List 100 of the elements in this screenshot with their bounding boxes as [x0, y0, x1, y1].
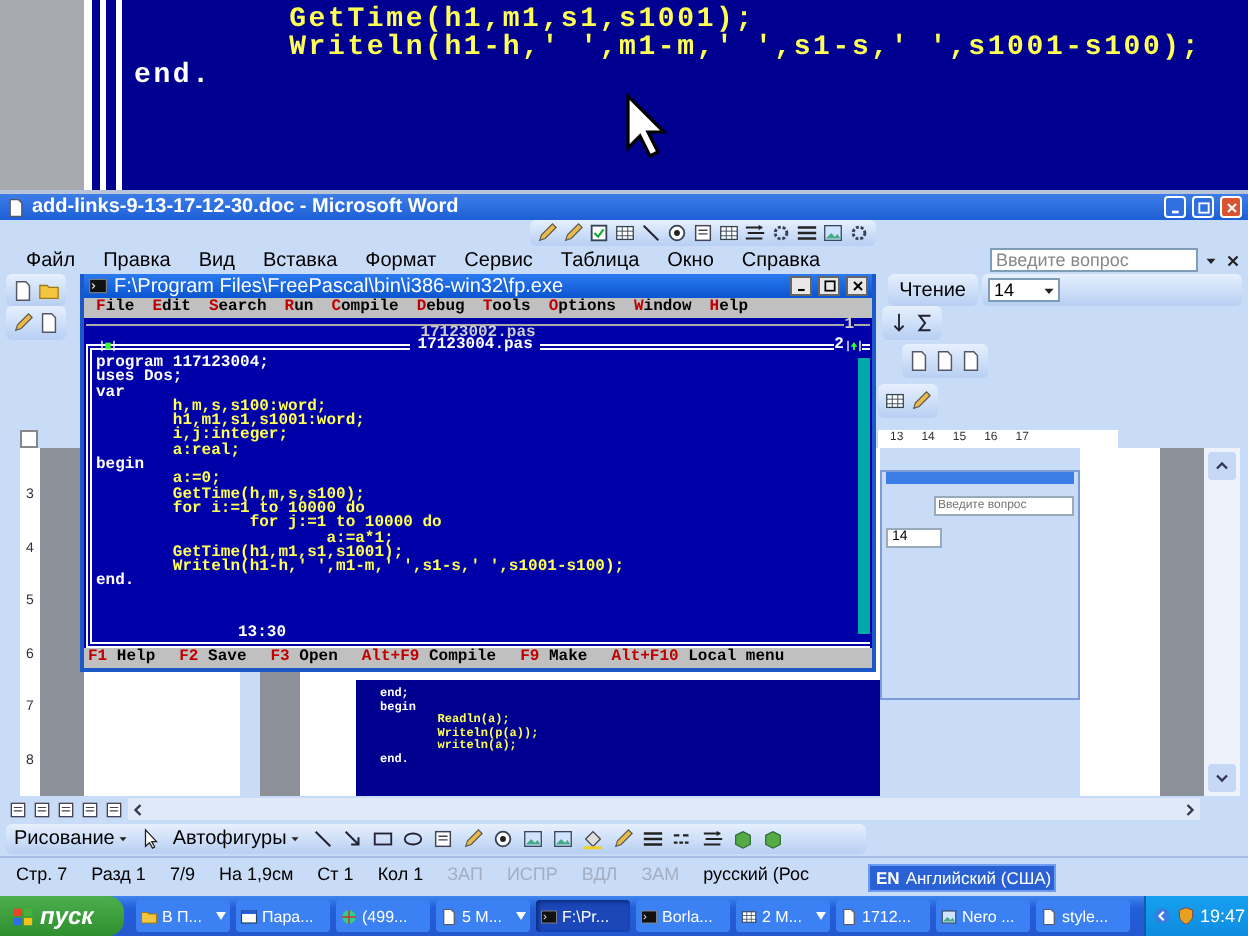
status-item: Кол 1	[377, 863, 424, 883]
mouse-pointer-icon	[624, 92, 668, 160]
pencil-icon[interactable]	[12, 312, 34, 334]
menu-item[interactable]: Окно	[667, 249, 714, 271]
radio-icon[interactable]	[492, 828, 515, 850]
folder-icon[interactable]	[38, 279, 60, 301]
close-button[interactable]	[846, 276, 868, 296]
page-icon[interactable]	[934, 350, 956, 372]
maximize-button[interactable]	[818, 276, 840, 296]
paint-bucket-icon[interactable]	[582, 828, 605, 850]
menu-item[interactable]: Window	[633, 298, 692, 318]
menu-item[interactable]: Tools	[482, 298, 531, 318]
taskbar-button[interactable]: Borla...	[636, 900, 730, 932]
menu-item[interactable]: Debug	[416, 298, 465, 318]
code-line: end.	[96, 574, 135, 590]
shortcut-hint[interactable]: F1 Help	[88, 648, 156, 668]
table-icon[interactable]	[884, 390, 906, 412]
menu-item[interactable]: Таблица	[560, 249, 640, 271]
scroll-up-button[interactable]	[1208, 452, 1236, 480]
status-item: русский (Рос	[703, 863, 810, 883]
code-line: uses Dos;	[96, 370, 183, 386]
menu-item[interactable]: File	[96, 298, 135, 318]
dash-style-icon[interactable]	[672, 828, 695, 850]
menu-item[interactable]: Вид	[198, 249, 235, 271]
menu-item[interactable]: Compile	[331, 298, 399, 318]
line-icon[interactable]	[640, 222, 662, 244]
view-icon[interactable]	[56, 799, 76, 819]
menu-item[interactable]: Файл	[26, 249, 76, 271]
page-icon[interactable]	[908, 350, 930, 372]
arrow-style-icon[interactable]	[744, 222, 766, 244]
reading-mode-button[interactable]: Чтение	[895, 279, 970, 301]
shortcut-hint[interactable]: F9 Make	[520, 648, 588, 668]
menu-item[interactable]: Run	[284, 298, 314, 318]
taskbar-button[interactable]: 5 M...	[436, 900, 530, 932]
rectangle-icon[interactable]	[372, 828, 395, 850]
taskbar-button[interactable]: 2 M...	[736, 900, 830, 932]
shortcut-hint[interactable]: F3 Open	[270, 648, 338, 668]
minimize-button[interactable]	[790, 276, 812, 296]
picture-icon[interactable]	[552, 828, 575, 850]
page-icon	[840, 907, 858, 925]
menu-item[interactable]: Формат	[365, 249, 437, 271]
menu-item[interactable]: Справка	[741, 249, 821, 271]
checkbox-icon[interactable]	[588, 222, 610, 244]
oval-icon[interactable]	[402, 828, 425, 850]
line-style-icon[interactable]	[642, 828, 665, 850]
view-icon[interactable]	[8, 799, 28, 819]
page-icon[interactable]	[12, 279, 34, 301]
view-icon[interactable]	[692, 222, 714, 244]
pointer-icon[interactable]	[140, 828, 163, 850]
taskbar-button[interactable]: В П...	[136, 900, 230, 932]
sum-icon[interactable]	[914, 312, 936, 334]
shortcut-hint[interactable]: Alt+F10 Local menu	[611, 648, 785, 668]
menu-item[interactable]: Правка	[103, 249, 171, 271]
menu-item[interactable]: Search	[208, 298, 267, 318]
arrow-icon[interactable]	[342, 828, 365, 850]
table-icon[interactable]	[718, 222, 740, 244]
picture-icon[interactable]	[522, 828, 545, 850]
drawing-menu[interactable]: Рисование	[12, 828, 133, 850]
chevron-icon[interactable]	[1152, 906, 1172, 926]
radio-icon[interactable]	[666, 222, 688, 244]
pencil-icon[interactable]	[910, 390, 932, 412]
view-icon[interactable]	[432, 828, 455, 850]
menu-item[interactable]: Edit	[152, 298, 191, 318]
dropdown-arrow-icon	[816, 912, 826, 920]
shield-icon[interactable]	[1176, 906, 1196, 926]
taskbar-button[interactable]: (499...	[336, 900, 430, 932]
close-icon[interactable]	[1224, 251, 1242, 269]
tab-selector[interactable]	[20, 429, 38, 447]
taskbar-button[interactable]: Nero ...	[936, 900, 1030, 932]
menu-item[interactable]: Options	[548, 298, 616, 318]
shortcut-hint[interactable]: Alt+F9 Compile	[361, 648, 497, 668]
picture-icon[interactable]	[822, 222, 844, 244]
font-size-field[interactable]: 14	[988, 278, 1060, 302]
view-icon[interactable]	[104, 799, 124, 819]
taskbar-button[interactable]: F:\Pr...	[536, 900, 630, 932]
view-icon[interactable]	[80, 799, 100, 819]
taskbar-button[interactable]: Пара...	[236, 900, 330, 932]
help-search-field[interactable]: Введите вопрос	[990, 248, 1198, 272]
taskbar-button[interactable]: 1712...	[836, 900, 930, 932]
menu-item[interactable]: Help	[709, 298, 749, 318]
sort-icon[interactable]	[888, 312, 910, 334]
page-icon[interactable]	[960, 350, 982, 372]
autoshapes-menu[interactable]: Автофигуры	[170, 828, 305, 850]
pencil-icon[interactable]	[462, 828, 485, 850]
line-style-icon[interactable]	[796, 222, 818, 244]
shortcut-hint[interactable]: F2 Save	[179, 648, 247, 668]
menu-item[interactable]: Сервис	[464, 249, 533, 271]
line-icon[interactable]	[312, 828, 335, 850]
language-bar[interactable]: EN Английский (США)	[868, 864, 1056, 892]
code-line: a:real;	[170, 443, 241, 459]
taskbar-button[interactable]: style...	[1036, 900, 1130, 932]
page-icon[interactable]	[38, 312, 60, 334]
table-icon[interactable]	[614, 222, 636, 244]
scroll-down-button[interactable]	[1208, 764, 1236, 792]
arrow-style-icon[interactable]	[702, 828, 725, 850]
view-icon[interactable]	[32, 799, 52, 819]
close-box-icon[interactable]	[100, 338, 116, 354]
menu-item[interactable]: Вставка	[262, 249, 338, 271]
zoom-box-icon[interactable]	[845, 338, 862, 354]
pencil-icon[interactable]	[612, 828, 635, 850]
